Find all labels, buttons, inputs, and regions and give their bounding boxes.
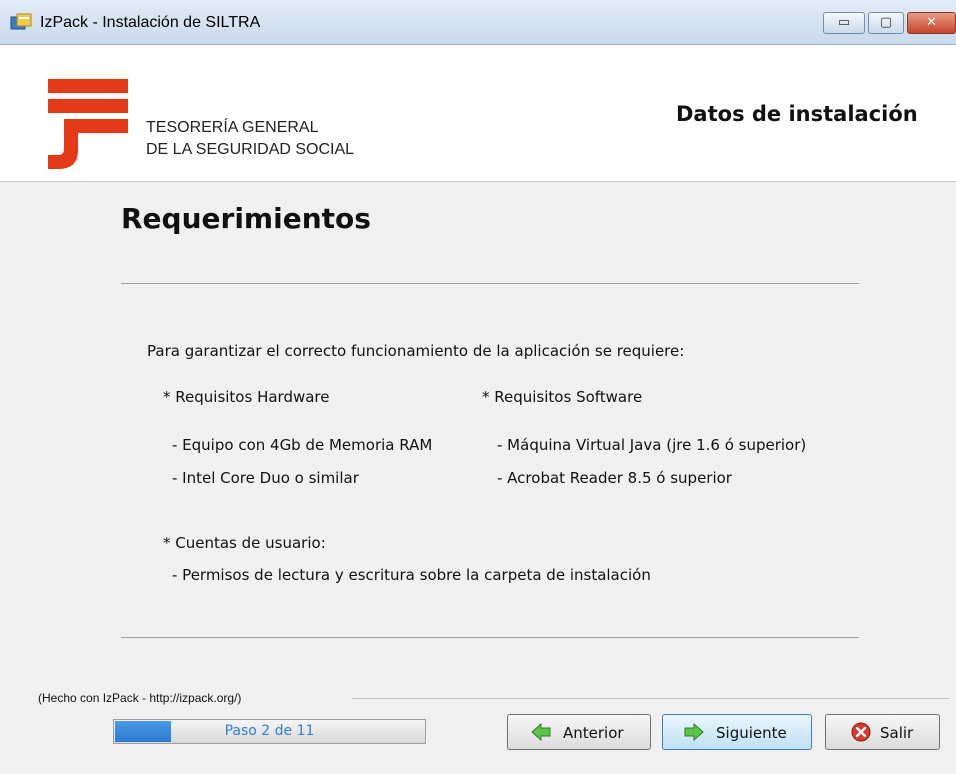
progress-label: Paso 2 de 11 — [224, 723, 315, 739]
section-title: Requerimientos — [121, 202, 371, 235]
minimize-icon: ▭ — [837, 15, 851, 30]
divider-bottom — [121, 637, 859, 638]
arrow-left-icon — [531, 722, 551, 742]
arrow-right-icon — [684, 722, 704, 742]
tgss-logo — [48, 79, 128, 169]
requirements-panel: Requerimientos Para garantizar el correc… — [0, 182, 956, 682]
software-item: - Máquina Virtual Java (jre 1.6 ó superi… — [497, 436, 807, 454]
title-bar[interactable]: IzPack - Instalación de SILTRA ▭ ▢ ✕ — [0, 0, 956, 45]
back-button-label: Anterior — [563, 724, 624, 742]
intro-text: Para garantizar el correcto funcionamien… — [147, 342, 685, 360]
credit-divider — [352, 698, 949, 699]
software-heading: * Requisitos Software — [482, 388, 643, 406]
next-button-label: Siguiente — [716, 724, 787, 742]
software-item: - Acrobat Reader 8.5 ó superior — [497, 469, 732, 487]
close-icon: ✕ — [926, 15, 937, 30]
next-button[interactable]: Siguiente — [662, 714, 812, 750]
izpack-credit: (Hecho con IzPack - http://izpack.org/) — [38, 691, 242, 705]
window-title: IzPack - Instalación de SILTRA — [40, 14, 261, 31]
close-button[interactable]: ✕ — [907, 12, 956, 34]
header-title: Datos de instalación — [676, 102, 918, 126]
izpack-app-icon — [10, 13, 32, 30]
installer-window: IzPack - Instalación de SILTRA ▭ ▢ ✕ TES… — [0, 0, 956, 774]
maximize-button[interactable]: ▢ — [868, 12, 904, 34]
accounts-heading: * Cuentas de usuario: — [163, 534, 326, 552]
hardware-item: - Intel Core Duo o similar — [172, 469, 359, 487]
back-button[interactable]: Anterior — [507, 714, 651, 750]
maximize-icon: ▢ — [879, 15, 893, 30]
org-name-line-1: TESORERÍA GENERAL — [146, 119, 319, 136]
header-banner: TESORERÍA GENERAL DE LA SEGURIDAD SOCIAL… — [0, 45, 956, 182]
divider-top — [121, 283, 859, 284]
accounts-item: - Permisos de lectura y escritura sobre … — [172, 566, 651, 584]
exit-button-label: Salir — [880, 724, 914, 742]
hardware-item: - Equipo con 4Gb de Memoria RAM — [172, 436, 433, 454]
org-name-line-2: DE LA SEGURIDAD SOCIAL — [146, 141, 355, 158]
hardware-heading: * Requisitos Hardware — [163, 388, 330, 406]
close-circle-icon — [851, 722, 871, 742]
exit-button[interactable]: Salir — [825, 714, 940, 750]
step-progress-bar: Paso 2 de 11 — [113, 719, 426, 744]
minimize-button[interactable]: ▭ — [823, 12, 865, 34]
